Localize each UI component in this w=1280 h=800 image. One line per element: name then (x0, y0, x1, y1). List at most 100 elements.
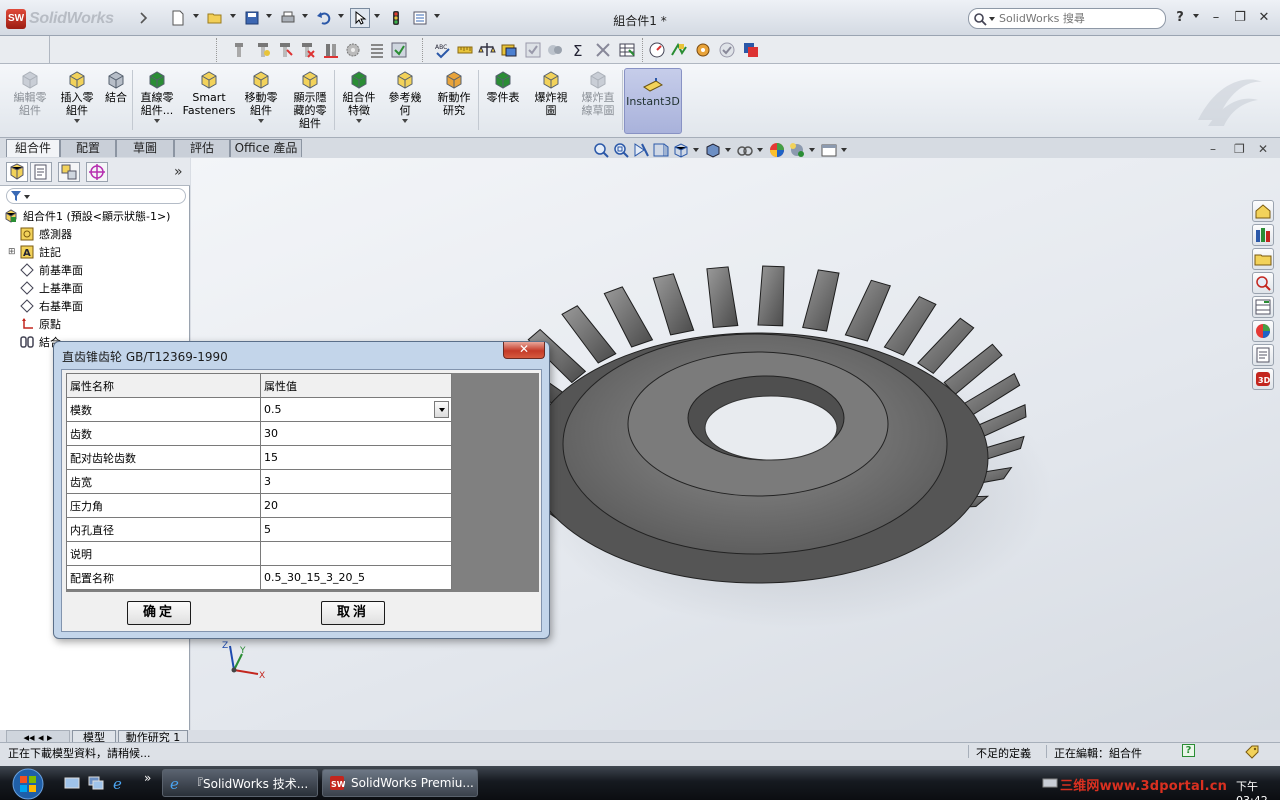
ribbon-button[interactable]: Smart Fasteners (182, 68, 236, 134)
zoom-to-area-icon[interactable] (612, 141, 630, 159)
taskbar-button-solidworks[interactable]: SW SolidWorks Premiu... (322, 769, 478, 797)
ribbon-dropdown-icon[interactable] (356, 119, 362, 123)
property-value-cell[interactable]: 15 (260, 445, 452, 470)
performance-icon[interactable] (648, 41, 666, 59)
minimize-icon[interactable]: – (1208, 10, 1224, 26)
cancel-button[interactable]: 取消 (321, 601, 385, 625)
options-icon[interactable] (410, 8, 430, 28)
instant-color-icon[interactable] (742, 41, 760, 59)
help-dropdown-icon[interactable] (1193, 14, 1199, 18)
select-pointer-icon[interactable] (350, 8, 370, 28)
toolbox-bolt-icon[interactable] (230, 41, 248, 59)
tree-item[interactable]: 前基準面 (4, 261, 188, 279)
tab-evaluate[interactable]: 評估 (174, 139, 230, 157)
ribbon-button[interactable]: 爆炸直 線草圖 (576, 68, 620, 134)
ribbon-button[interactable]: 編輯零 組件 (8, 68, 52, 134)
view-palette-button[interactable] (1252, 296, 1274, 318)
new-dropdown-icon[interactable] (193, 14, 199, 18)
print-icon[interactable] (278, 8, 298, 28)
zoom-to-fit-icon[interactable] (592, 141, 610, 159)
apply-scene-icon[interactable] (788, 141, 806, 159)
print-dropdown-icon[interactable] (302, 14, 308, 18)
ribbon-button[interactable]: 顯示隱 藏的零 組件 (288, 68, 332, 134)
view-orientation-icon[interactable] (672, 141, 690, 159)
property-value-cell[interactable]: 30 (260, 421, 452, 446)
property-value-cell[interactable]: 3 (260, 469, 452, 494)
hide-show-dropdown-icon[interactable] (757, 148, 763, 152)
taskbar-button-browser[interactable]: e 『SolidWorks 技术... (162, 769, 318, 797)
property-value-cell[interactable]: 0.5 (260, 397, 452, 422)
view-settings-icon[interactable] (820, 141, 838, 159)
ribbon-button[interactable]: 插入零 組件 (56, 68, 98, 134)
display-style-icon[interactable] (704, 141, 722, 159)
switch-windows-icon[interactable] (88, 775, 104, 791)
search-box[interactable] (968, 8, 1166, 29)
ribbon-dropdown-icon[interactable] (402, 119, 408, 123)
ribbon-dropdown-icon[interactable] (154, 119, 160, 123)
restore-icon[interactable]: ❐ (1232, 10, 1248, 26)
tree-root[interactable]: 組合件1 (預設<顯示狀態-1>) (4, 207, 188, 225)
3d-content-central-button[interactable]: 3D (1252, 368, 1274, 390)
open-dropdown-icon[interactable] (230, 14, 236, 18)
motion-icon[interactable] (694, 41, 712, 59)
expand-panel-icon[interactable]: » (174, 164, 183, 180)
status-help-icon[interactable]: ? (1182, 744, 1195, 757)
rebuild-traffic-light-icon[interactable] (386, 8, 406, 28)
open-folder-icon[interactable] (205, 8, 225, 28)
undo-icon[interactable] (314, 8, 334, 28)
check-icon[interactable] (524, 41, 542, 59)
feature-tree-tab[interactable] (6, 162, 28, 182)
save-dropdown-icon[interactable] (266, 14, 272, 18)
configuration-manager-tab[interactable] (58, 162, 80, 182)
interference-icon[interactable] (546, 41, 564, 59)
design-library-button[interactable] (1252, 224, 1274, 246)
mass-properties-icon[interactable] (478, 41, 496, 59)
property-value-cell[interactable]: 20 (260, 493, 452, 518)
value-dropdown-button[interactable] (434, 401, 449, 418)
ribbon-button[interactable]: 直線零 組件... (134, 68, 180, 134)
search-input[interactable] (999, 12, 1149, 25)
edit-appearance-icon[interactable] (768, 141, 786, 159)
menu-expand-icon[interactable] (134, 8, 154, 28)
toolbox-delete-icon[interactable] (298, 41, 316, 59)
ribbon-dropdown-icon[interactable] (74, 119, 80, 123)
viewport-close-icon[interactable]: ✕ (1258, 142, 1268, 156)
toolbox-screw-icon[interactable] (254, 41, 272, 59)
solidworks-resources-button[interactable] (1252, 200, 1274, 222)
select-dropdown-icon[interactable] (374, 14, 380, 18)
expand-toggle-icon[interactable]: ⊞ (8, 247, 20, 257)
show-desktop-icon[interactable] (64, 775, 80, 791)
section-properties-icon[interactable] (500, 41, 518, 59)
ribbon-button[interactable]: 參考幾 何 (382, 68, 428, 134)
hide-show-items-icon[interactable] (736, 141, 754, 159)
ok-button[interactable]: 确定 (127, 601, 191, 625)
previous-view-icon[interactable] (632, 141, 650, 159)
instant3d-button[interactable]: Instant3D (624, 68, 682, 134)
toolbox-bearing-icon[interactable] (322, 41, 340, 59)
equations-icon[interactable]: Σ (570, 41, 588, 59)
toolbox-configure-icon[interactable] (276, 41, 294, 59)
ribbon-button[interactable]: 組合件 特徵 (336, 68, 382, 134)
ribbon-button[interactable]: 零件表 (480, 68, 526, 134)
taskbar-clock[interactable]: 下午 03:42 (1236, 778, 1280, 800)
appearances-button[interactable] (1252, 320, 1274, 342)
ribbon-dropdown-icon[interactable] (258, 119, 264, 123)
view-orientation-dropdown-icon[interactable] (693, 148, 699, 152)
windows-start-icon[interactable] (6, 767, 50, 800)
tab-sketch[interactable]: 草圖 (116, 139, 174, 157)
dialog-close-button[interactable]: ✕ (503, 342, 545, 359)
display-style-dropdown-icon[interactable] (725, 148, 731, 152)
tree-item[interactable]: 上基準面 (4, 279, 188, 297)
tree-item[interactable]: ⊞ A 註記 (4, 243, 188, 261)
quicklaunch-more-icon[interactable]: » (144, 771, 151, 785)
search-dropdown-icon[interactable] (989, 16, 995, 21)
measure-icon[interactable] (456, 41, 474, 59)
tag-icon[interactable] (1244, 744, 1260, 760)
tree-item[interactable]: 原點 (4, 315, 188, 333)
close-icon[interactable]: ✕ (1256, 10, 1272, 26)
custom-properties-button[interactable] (1252, 344, 1274, 366)
undo-dropdown-icon[interactable] (338, 14, 344, 18)
dimxpert-tab[interactable] (86, 162, 108, 182)
simulation-icon[interactable] (670, 41, 688, 59)
property-value-cell[interactable] (260, 541, 452, 566)
